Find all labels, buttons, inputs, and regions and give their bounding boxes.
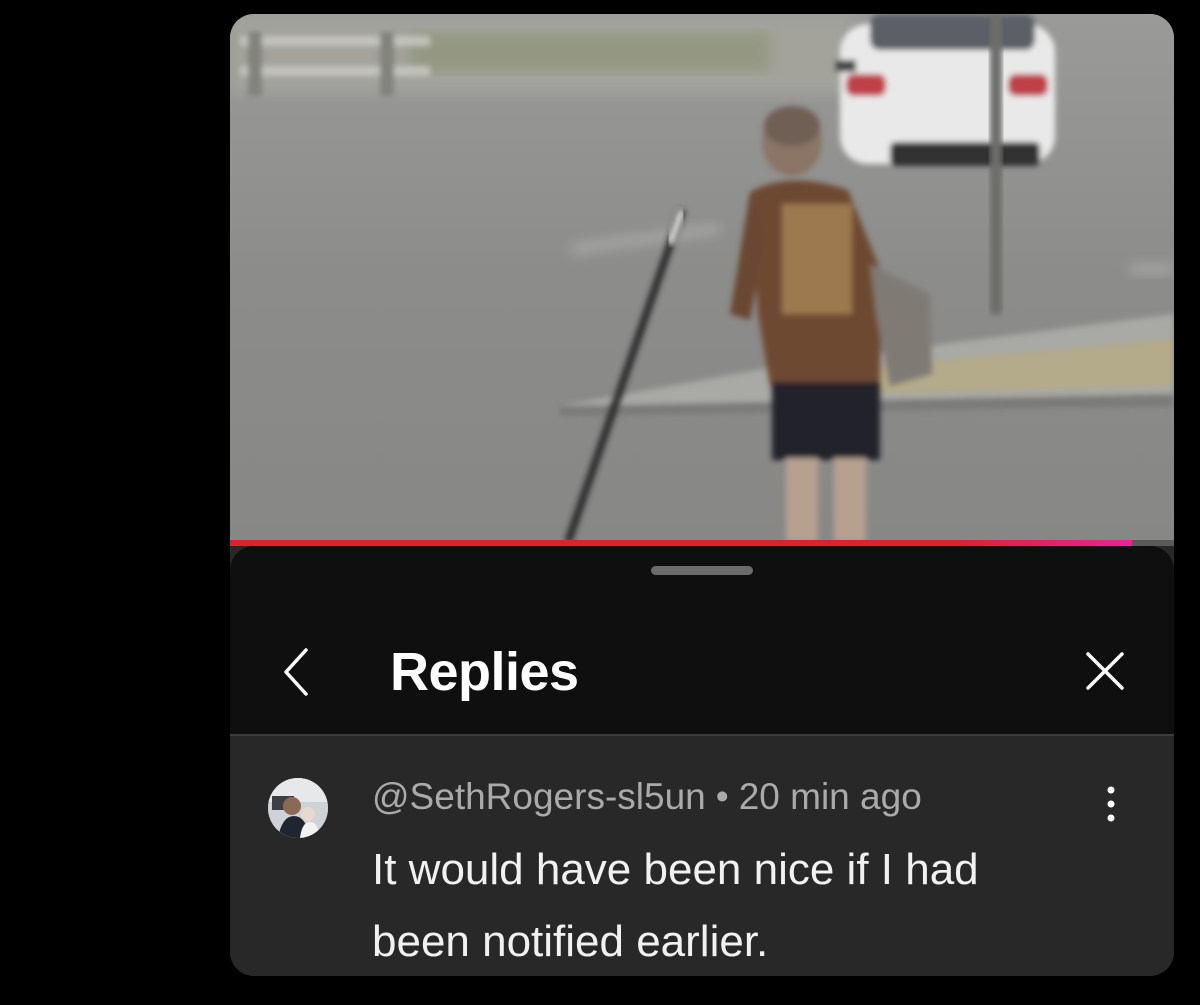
page-title: Replies xyxy=(390,642,579,702)
comment-time: 20 min ago xyxy=(738,776,922,817)
reply-comment: @SethRogers-sl5un • 20 min ago It would ha… xyxy=(230,736,1174,976)
drag-handle[interactable] xyxy=(651,566,753,575)
meta-separator: • xyxy=(715,776,729,817)
user-avatar-image xyxy=(268,778,328,838)
back-button[interactable] xyxy=(274,642,322,702)
video-frame xyxy=(230,14,1174,542)
video-replies-card: Replies @SethRogers-sl5un • 20 min ago I… xyxy=(230,14,1174,976)
video-player[interactable] xyxy=(230,14,1174,542)
comment-text: It would have been nice if I had been no… xyxy=(372,845,979,966)
more-options-button[interactable] xyxy=(1096,780,1126,828)
comment-author[interactable]: @SethRogers-sl5un xyxy=(372,776,706,817)
close-button[interactable] xyxy=(1080,646,1130,696)
avatar[interactable] xyxy=(268,778,328,838)
more-vertical-icon xyxy=(1107,786,1115,822)
replies-sheet: Replies @SethRogers-sl5un • 20 min ago I… xyxy=(230,546,1174,976)
replies-header: Replies xyxy=(230,546,1174,736)
comment-meta: @SethRogers-sl5un • 20 min ago xyxy=(372,774,922,820)
chevron-left-icon xyxy=(284,648,308,696)
close-icon xyxy=(1086,652,1124,690)
